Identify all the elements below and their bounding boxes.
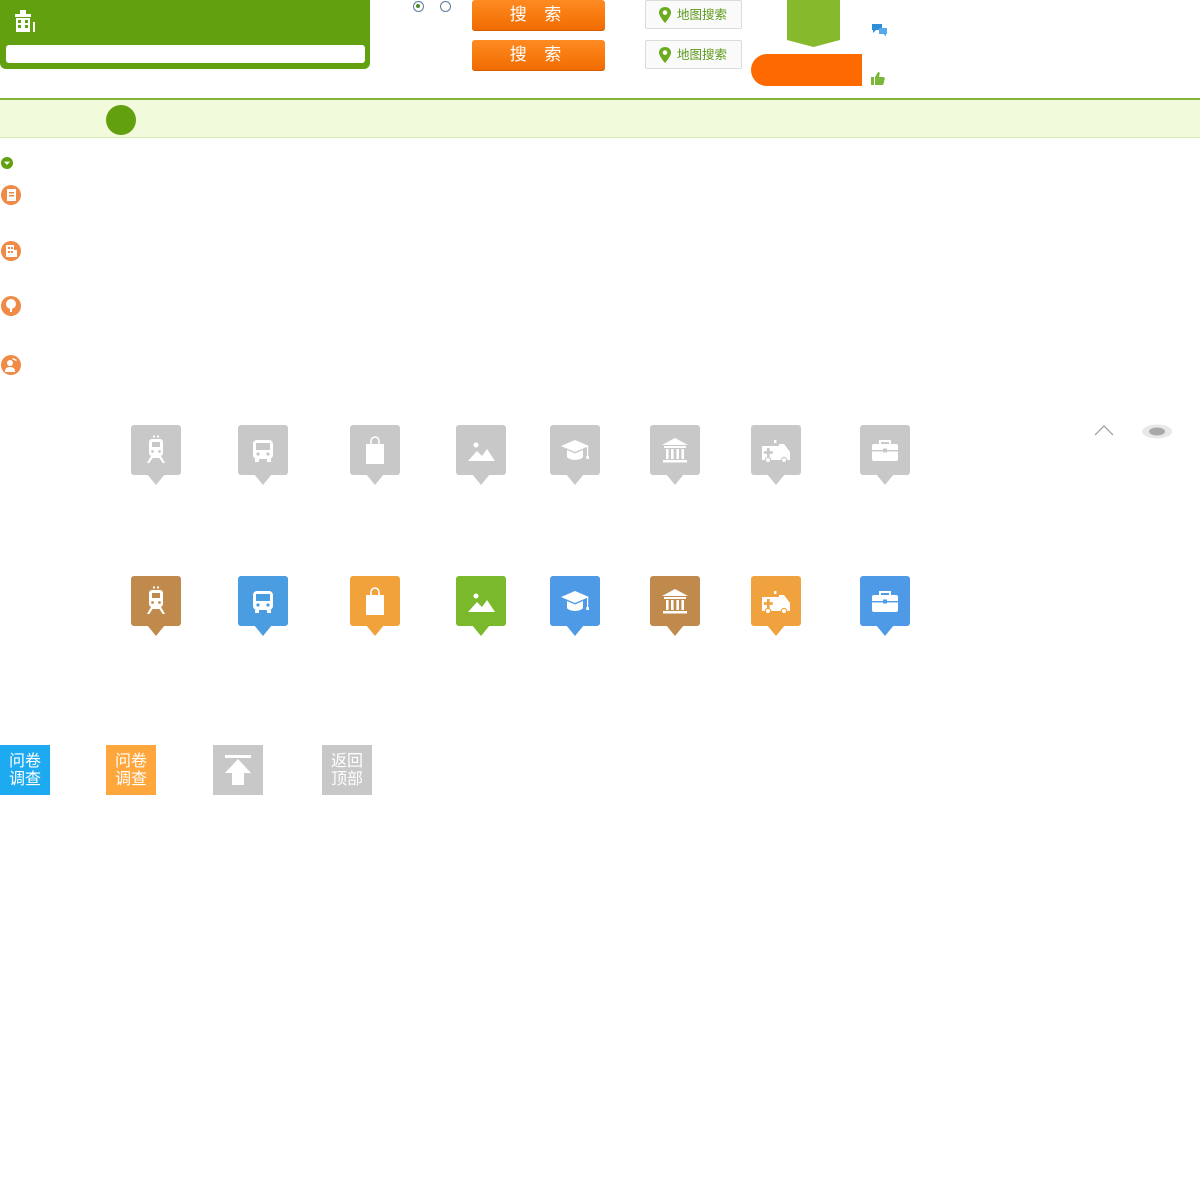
- train-icon: [147, 586, 165, 614]
- orange-tab[interactable]: [751, 54, 862, 86]
- survey-label-line2: 调查: [8, 769, 41, 788]
- poi-filter-train[interactable]: [131, 425, 181, 485]
- briefcase-icon: [872, 591, 898, 612]
- survey-label-line1: 问卷: [114, 751, 147, 770]
- worker-icon: [1, 355, 21, 375]
- back-top-line2: 顶部: [330, 769, 363, 788]
- poi-filter-landscape-active[interactable]: [456, 576, 506, 636]
- survey-label-line1: 问卷: [8, 751, 41, 770]
- shopping-bag-icon: [366, 587, 384, 615]
- ambulance-icon: [762, 591, 790, 615]
- map-search-label: 地图搜索: [677, 47, 728, 62]
- poi-filter-landscape[interactable]: [456, 425, 506, 485]
- document-icon: [1, 185, 21, 205]
- filter-bar: [0, 98, 1200, 138]
- poi-filter-bus[interactable]: [238, 425, 288, 485]
- location-pin-icon: [659, 7, 671, 23]
- shopping-bag-icon: [366, 436, 384, 464]
- building-icon: [1, 241, 21, 261]
- graduation-cap-icon: [561, 440, 589, 460]
- bus-icon: [253, 440, 273, 462]
- briefcase-icon: [872, 440, 898, 461]
- radio-option-2[interactable]: [440, 1, 451, 12]
- search-button[interactable]: 搜 索: [472, 0, 605, 31]
- search-button-hover[interactable]: 搜 索: [472, 40, 605, 71]
- poi-filter-bus-active[interactable]: [238, 576, 288, 636]
- chevron-up-icon[interactable]: [1094, 424, 1114, 436]
- bus-icon: [253, 591, 273, 613]
- thumbs-up-icon: [871, 72, 885, 85]
- bank-icon: [662, 589, 688, 614]
- back-top-line1: 返回: [330, 751, 363, 770]
- survey-label-line2: 调查: [114, 769, 147, 788]
- train-icon: [147, 435, 165, 463]
- poi-filter-bank[interactable]: [650, 425, 700, 485]
- bank-icon: [662, 438, 688, 463]
- poi-filter-shopping-bag-active[interactable]: [350, 576, 400, 636]
- filter-marker[interactable]: [106, 105, 136, 135]
- arrow-up-icon: [225, 755, 251, 785]
- map-search-button-hover[interactable]: 地图搜索: [645, 40, 742, 69]
- scroll-indicator[interactable]: [1141, 424, 1173, 439]
- tree-icon: [1, 296, 21, 316]
- poi-filter-briefcase-active[interactable]: [860, 576, 910, 636]
- ambulance-icon: [762, 440, 790, 464]
- back-to-top-text-button[interactable]: 返回 顶部: [322, 745, 372, 795]
- poi-filter-briefcase[interactable]: [860, 425, 910, 485]
- chat-bubbles-icon: [872, 24, 887, 37]
- location-pin-icon: [659, 47, 671, 63]
- survey-button-hover[interactable]: 问卷 调查: [106, 745, 156, 795]
- back-to-top-button[interactable]: [213, 745, 263, 795]
- map-search-label: 地图搜索: [677, 7, 728, 22]
- search-box: [0, 0, 370, 69]
- poi-filter-bank-active[interactable]: [650, 576, 700, 636]
- ribbon-flag: [787, 0, 840, 47]
- landscape-icon: [468, 442, 495, 461]
- poi-filter-ambulance[interactable]: [751, 425, 801, 485]
- landscape-icon: [468, 593, 495, 612]
- building-icon: [15, 10, 35, 32]
- poi-filter-shopping-bag[interactable]: [350, 425, 400, 485]
- graduation-cap-icon: [561, 591, 589, 611]
- map-search-button[interactable]: 地图搜索: [645, 0, 742, 29]
- radio-option-1[interactable]: [413, 1, 424, 12]
- poi-filter-graduation-cap-active[interactable]: [550, 576, 600, 636]
- survey-button[interactable]: 问卷 调查: [0, 745, 50, 795]
- poi-filter-graduation-cap[interactable]: [550, 425, 600, 485]
- search-input[interactable]: [6, 45, 365, 63]
- poi-filter-ambulance-active[interactable]: [751, 576, 801, 636]
- chevron-down-icon[interactable]: [1, 157, 13, 169]
- poi-filter-train-active[interactable]: [131, 576, 181, 636]
